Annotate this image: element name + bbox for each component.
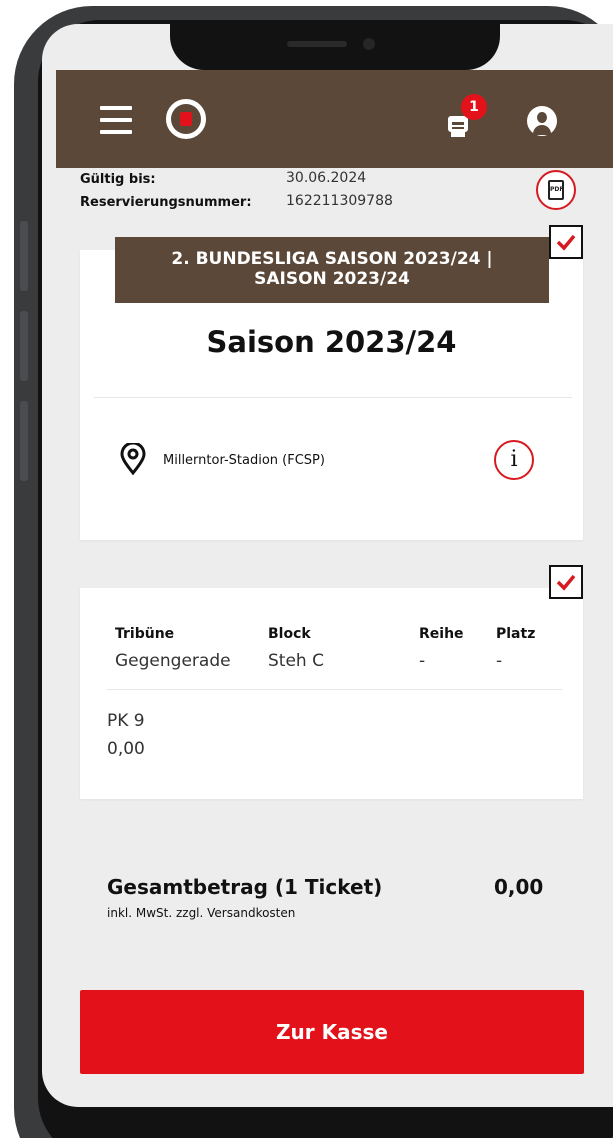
event-checkbox[interactable] (549, 225, 583, 259)
venue-name: Millerntor-Stadion (FCSP) (163, 453, 325, 468)
seat-card (80, 588, 583, 799)
row-value: - (419, 651, 426, 671)
col-header-row: Reihe (419, 626, 464, 642)
event-banner-line2: SAISON 2023/24 (254, 269, 410, 289)
check-icon (556, 574, 576, 591)
total-value: 0,00 (494, 875, 544, 899)
divider (107, 689, 562, 690)
reservation-number-label: Reservierungsnummer: (80, 195, 252, 210)
speaker-grille (287, 41, 347, 47)
venue-info-button[interactable]: i (494, 440, 534, 480)
tribune-value: Gegengerade (115, 651, 231, 671)
cart-badge: 1 (461, 94, 487, 120)
block-value: Steh C (268, 651, 324, 671)
phone-notch (170, 24, 500, 70)
club-logo[interactable] (166, 99, 206, 139)
user-icon[interactable] (527, 106, 557, 136)
total-sublabel: inkl. MwSt. zzgl. Versandkosten (107, 906, 296, 920)
location-pin-icon (120, 443, 146, 475)
seat-checkbox[interactable] (549, 565, 583, 599)
total-label: Gesamtbetrag (1 Ticket) (107, 875, 383, 899)
front-camera (363, 38, 375, 50)
seat-value: - (496, 651, 503, 671)
event-title: Saison 2023/24 (206, 325, 457, 359)
valid-until-label: Gültig bis: (80, 172, 156, 187)
app-header: 1 (56, 70, 613, 168)
phone-side-button (20, 221, 28, 291)
price-category: PK 9 (107, 711, 145, 731)
check-icon (556, 234, 576, 251)
valid-until-value: 30.06.2024 (286, 170, 367, 186)
phone-side-button (20, 401, 28, 481)
col-header-seat: Platz (496, 626, 536, 642)
divider (94, 397, 572, 398)
col-header-tribune: Tribüne (115, 626, 175, 642)
event-banner-line1: 2. BUNDESLIGA SAISON 2023/24 | (171, 249, 493, 269)
col-header-block: Block (268, 626, 311, 642)
menu-icon[interactable] (100, 106, 132, 134)
pdf-icon: PDF (548, 180, 564, 200)
seat-price: 0,00 (107, 739, 145, 759)
pdf-download-button[interactable]: PDF (536, 170, 576, 210)
phone-side-button (20, 311, 28, 381)
reservation-number-value: 162211309788 (286, 193, 393, 209)
checkout-button[interactable]: Zur Kasse (80, 990, 584, 1074)
event-banner: 2. BUNDESLIGA SAISON 2023/24 | SAISON 20… (115, 237, 549, 303)
